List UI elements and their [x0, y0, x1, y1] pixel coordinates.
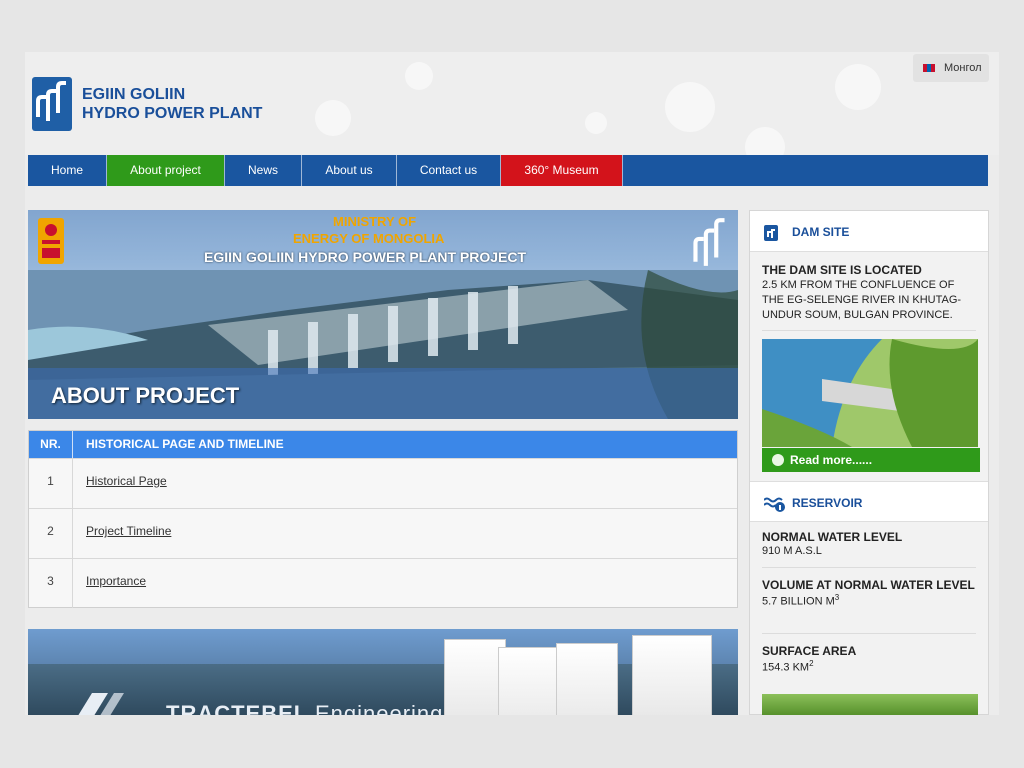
mongolia-flag-icon	[923, 64, 935, 72]
report-box	[498, 647, 560, 715]
tractebel-name: TRACTEBEL	[166, 701, 308, 715]
water-waves-icon	[764, 497, 785, 512]
dam-site-image[interactable]	[762, 339, 978, 447]
table-row: 2 Project Timeline	[29, 508, 737, 558]
row-number: 3	[29, 559, 73, 608]
row-number: 1	[29, 459, 73, 508]
divider	[762, 330, 976, 331]
reservoir-header: RESERVOIR	[750, 481, 988, 522]
globe-icon	[772, 454, 784, 466]
nav-contact-us[interactable]: Contact us	[397, 155, 501, 186]
read-more-label: Read more......	[790, 453, 873, 467]
language-label: Монгол	[944, 62, 982, 74]
dam-site-text: 2.5 KM FROM THE CONFLUENCE OF THE EG-SEL…	[762, 279, 962, 321]
brand-line-2: HYDRO POWER PLANT	[82, 105, 263, 122]
tractebel-promo-banner[interactable]: TRACTEBEL Engineering	[28, 629, 738, 715]
report-box	[444, 639, 506, 715]
stat-label: SURFACE AREA	[762, 644, 857, 658]
reservoir-heading: RESERVOIR	[792, 496, 863, 510]
site-header: EGIIN GOLIIN HYDRO POWER PLANT Монгол	[25, 52, 999, 155]
table-row: 3 Importance	[29, 558, 737, 608]
dam-site-description: THE DAM SITE IS LOCATED 2.5 KM FROM THE …	[762, 263, 976, 323]
dam-icon	[764, 225, 778, 241]
ministry-line-2: ENERGY OF MONGOLIA	[293, 231, 445, 246]
project-timeline-link[interactable]: Project Timeline	[86, 524, 171, 538]
stat-value: 910 M A.S.L	[762, 545, 822, 557]
dam-site-header: DAM SITE	[750, 211, 988, 252]
divider	[762, 633, 976, 634]
stat-label: VOLUME AT NORMAL WATER LEVEL	[762, 578, 975, 592]
read-more-button[interactable]: Read more......	[762, 448, 980, 472]
nav-home[interactable]: Home	[28, 155, 107, 186]
report-box	[632, 635, 712, 715]
stat-unit-exponent: 2	[809, 659, 814, 668]
report-box	[556, 643, 618, 715]
sidebar: DAM SITE THE DAM SITE IS LOCATED 2.5 KM …	[749, 210, 989, 715]
project-title: EGIIN GOLIIN HYDRO POWER PLANT PROJECT	[204, 249, 527, 265]
plant-logo-watermark-icon	[693, 218, 725, 266]
stat-label: NORMAL WATER LEVEL	[762, 530, 903, 544]
table-header: NR. HISTORICAL PAGE AND TIMELINE	[29, 431, 737, 458]
row-number: 2	[29, 509, 73, 558]
stat-surface-area: SURFACE AREA 154.3 KM2	[762, 643, 978, 674]
stat-value: 154.3 KM	[762, 661, 810, 674]
page-banner: MINISTRY OF ENERGY OF MONGOLIA EGIIN GOL…	[28, 210, 738, 419]
brand-name[interactable]: EGIIN GOLIIN HYDRO POWER PLANT	[82, 85, 262, 123]
column-title: HISTORICAL PAGE AND TIMELINE	[86, 437, 284, 451]
stat-unit-exponent: 3	[834, 593, 840, 602]
tractebel-suffix: Engineering	[314, 701, 444, 715]
stat-volume: VOLUME AT NORMAL WATER LEVEL 5.7 BILLION…	[762, 577, 978, 608]
importance-link[interactable]: Importance	[86, 574, 146, 588]
reservoir-image[interactable]	[762, 694, 978, 715]
plant-logo[interactable]	[32, 77, 72, 131]
dam-render	[762, 339, 978, 447]
tractebel-logo-icon	[78, 693, 124, 715]
timeline-table: NR. HISTORICAL PAGE AND TIMELINE 1 Histo…	[28, 430, 738, 608]
table-row: 1 Historical Page	[29, 458, 737, 508]
dam-site-heading: DAM SITE	[792, 225, 850, 239]
dam-site-title: THE DAM SITE IS LOCATED	[762, 263, 922, 277]
soyombo-emblem-icon	[38, 218, 64, 264]
tractebel-brand: TRACTEBEL Engineering	[166, 701, 443, 715]
language-switch[interactable]: Монгол	[913, 54, 989, 82]
stat-normal-water-level: NORMAL WATER LEVEL 910 M A.S.L	[762, 529, 978, 557]
stat-value: 5.7 BILLION M	[762, 595, 835, 608]
page: EGIIN GOLIIN HYDRO POWER PLANT Монгол Ho…	[25, 52, 999, 715]
nav-about-us[interactable]: About us	[302, 155, 397, 186]
nav-about-project[interactable]: About project	[107, 155, 225, 186]
page-title: ABOUT PROJECT	[51, 383, 240, 408]
brand-line-1: EGIIN GOLIIN	[82, 86, 186, 103]
main-nav: Home About project News About us Contact…	[28, 155, 988, 186]
historical-page-link[interactable]: Historical Page	[86, 474, 167, 488]
nav-museum[interactable]: 360° Museum	[501, 155, 623, 186]
nav-news[interactable]: News	[225, 155, 302, 186]
ministry-line-1: MINISTRY OF	[333, 214, 417, 229]
divider	[762, 567, 976, 568]
column-nr: NR.	[29, 431, 73, 458]
